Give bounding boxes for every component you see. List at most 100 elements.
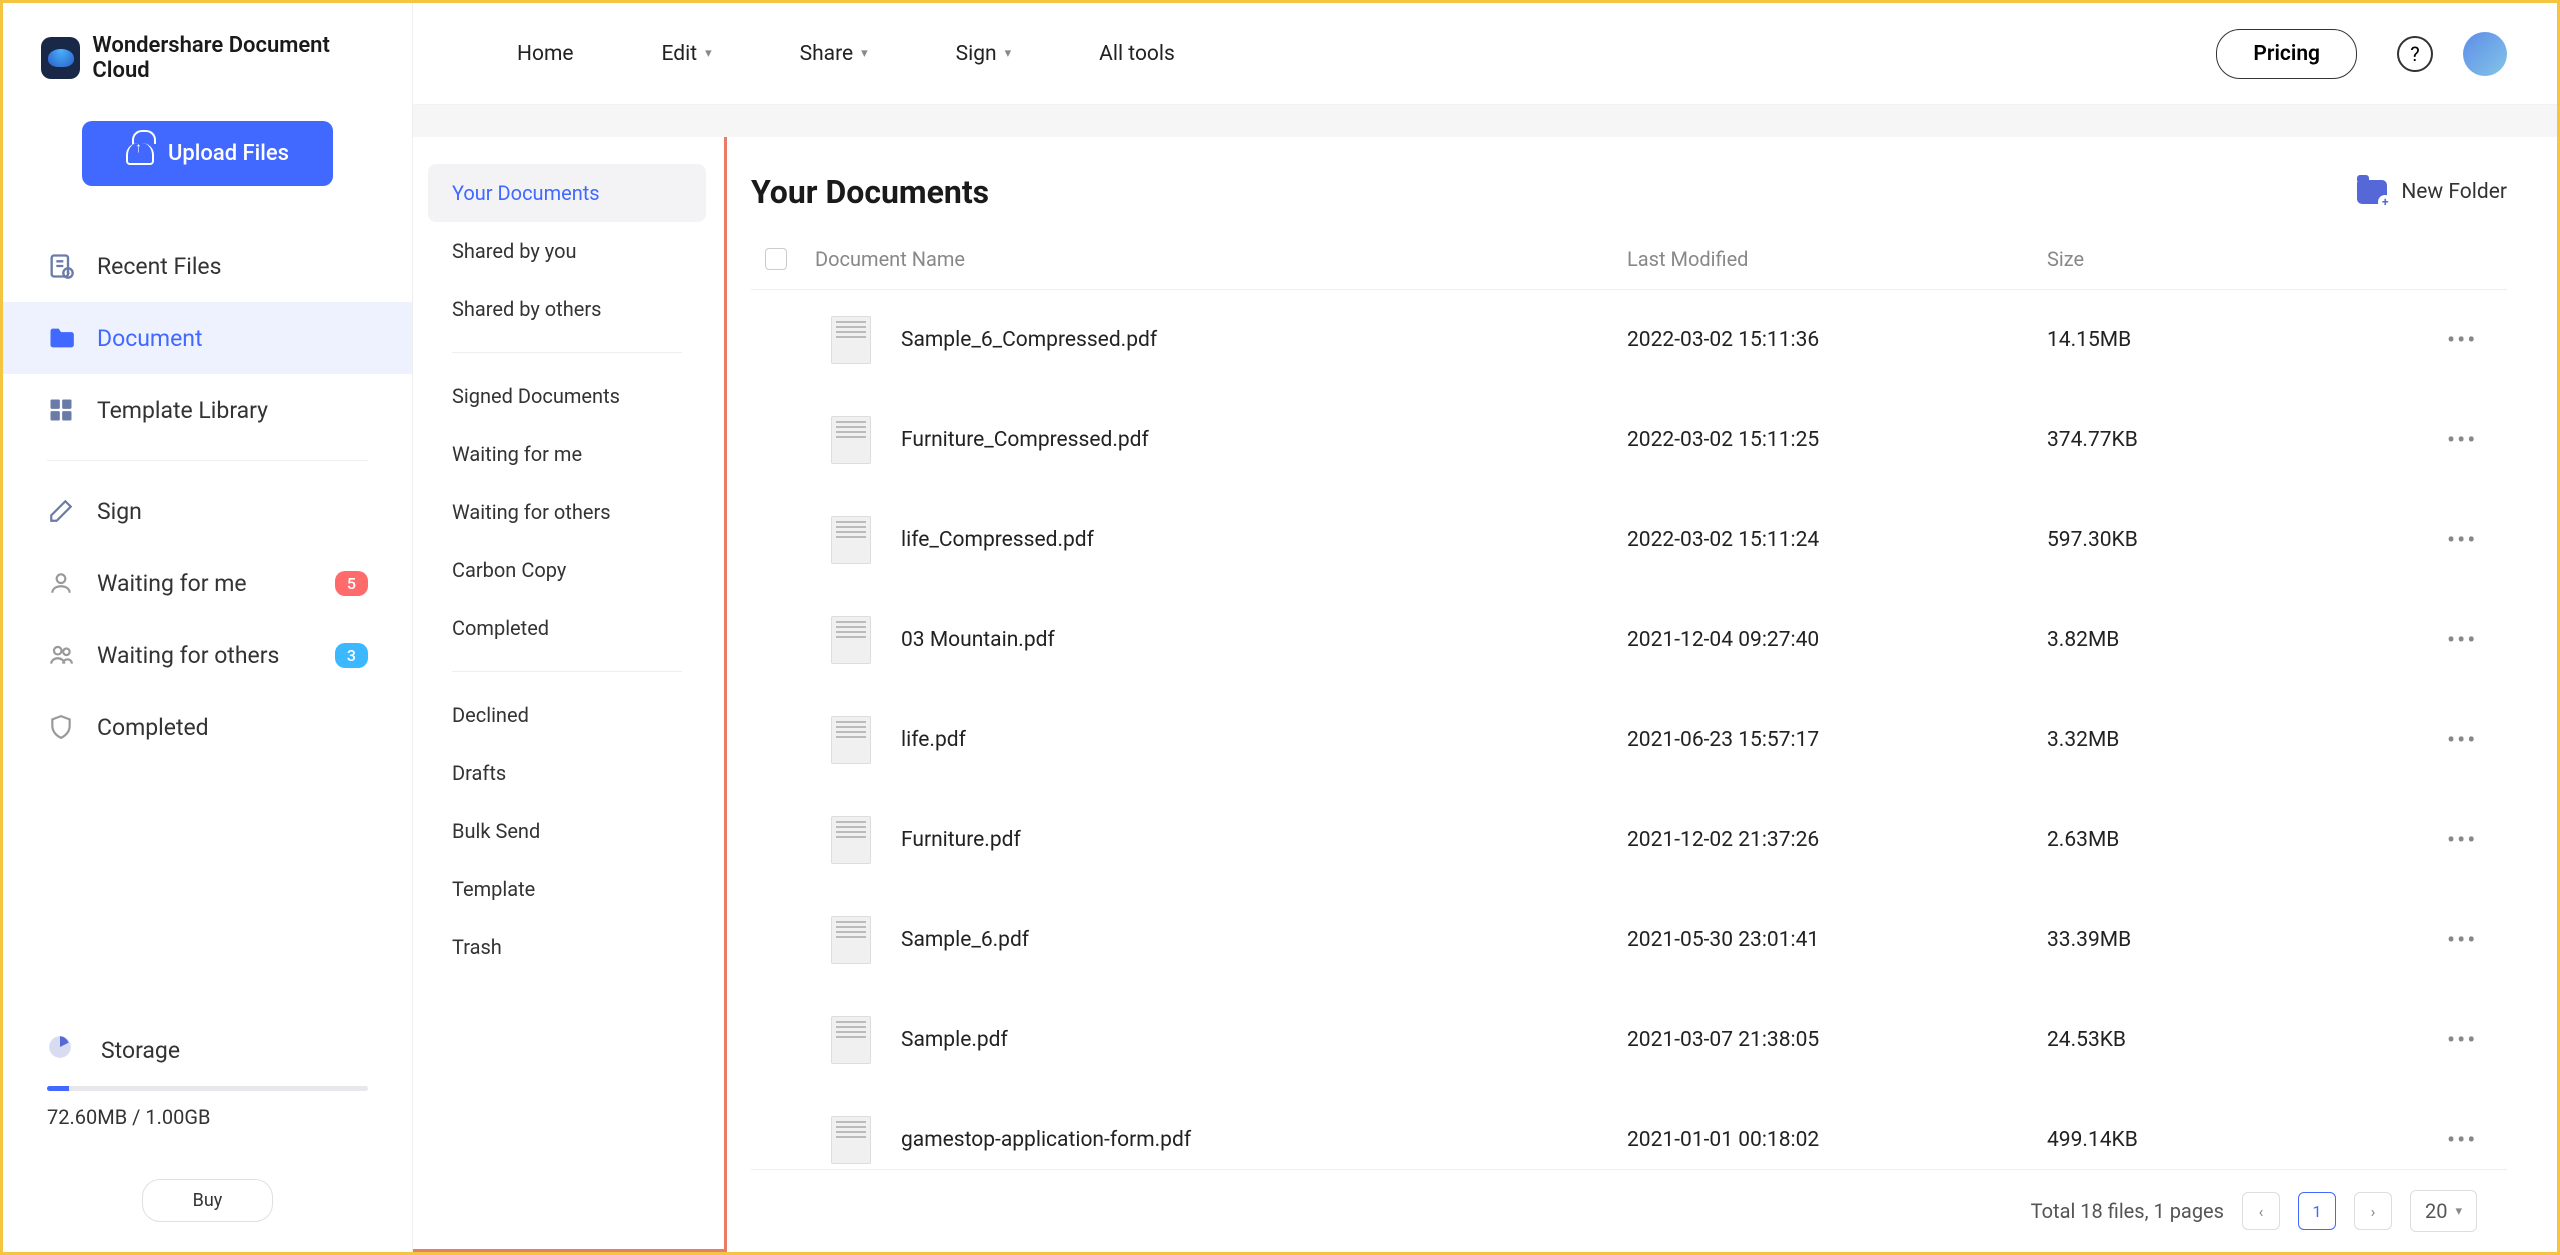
file-name: life_Compressed.pdf xyxy=(901,528,1094,552)
new-folder-button[interactable]: New Folder xyxy=(2357,180,2507,204)
divider xyxy=(452,671,682,672)
nav-label: Sign xyxy=(97,498,142,525)
divider xyxy=(452,352,682,353)
file-size: 499.14KB xyxy=(2047,1128,2447,1152)
chevron-down-icon: ▾ xyxy=(1005,46,1012,61)
table-row[interactable]: gamestop-application-form.pdf 2021-01-01… xyxy=(751,1090,2507,1169)
table-row[interactable]: Sample.pdf 2021-03-07 21:38:05 24.53KB •… xyxy=(751,990,2507,1090)
brand: Wondershare Document Cloud xyxy=(3,23,412,107)
file-modified: 2021-06-23 15:57:17 xyxy=(1627,728,2047,752)
pager-prev[interactable]: ‹ xyxy=(2242,1192,2280,1230)
row-more-button[interactable]: ••• xyxy=(2447,426,2477,454)
col-last-modified[interactable]: Last Modified xyxy=(1627,247,2047,271)
row-more-button[interactable]: ••• xyxy=(2447,726,2477,754)
nav-template-library[interactable]: Template Library xyxy=(3,374,412,446)
sub-drafts[interactable]: Drafts xyxy=(428,744,706,802)
col-size[interactable]: Size xyxy=(2047,247,2447,271)
nav-recent-files[interactable]: Recent Files xyxy=(3,230,412,302)
row-more-button[interactable]: ••• xyxy=(2447,326,2477,354)
sub-declined[interactable]: Declined xyxy=(428,686,706,744)
sub-signed-documents[interactable]: Signed Documents xyxy=(428,367,706,425)
storage-bar xyxy=(47,1086,368,1091)
nav-waiting-for-others[interactable]: Waiting for others 3 xyxy=(3,619,412,691)
file-modified: 2021-03-07 21:38:05 xyxy=(1627,1028,2047,1052)
table-row[interactable]: Sample_6_Compressed.pdf 2022-03-02 15:11… xyxy=(751,290,2507,390)
topnav-home[interactable]: Home xyxy=(473,42,618,66)
storage-label: Storage xyxy=(101,1037,180,1064)
col-document-name[interactable]: Document Name xyxy=(815,247,1627,271)
file-thumbnail-icon xyxy=(831,1016,871,1064)
file-modified: 2021-12-02 21:37:26 xyxy=(1627,828,2047,852)
pager-next[interactable]: › xyxy=(2354,1192,2392,1230)
file-modified: 2021-12-04 09:27:40 xyxy=(1627,628,2047,652)
file-thumbnail-icon xyxy=(831,316,871,364)
upload-files-button[interactable]: Upload Files xyxy=(82,121,333,186)
table-row[interactable]: 03 Mountain.pdf 2021-12-04 09:27:40 3.82… xyxy=(751,590,2507,690)
brand-text: Wondershare Document Cloud xyxy=(92,33,374,83)
storage-section: Storage 72.60MB / 1.00GB xyxy=(3,1014,412,1149)
sub-shared-by-others[interactable]: Shared by others xyxy=(428,280,706,338)
file-size: 597.30KB xyxy=(2047,528,2447,552)
file-size: 374.77KB xyxy=(2047,428,2447,452)
file-size: 14.15MB xyxy=(2047,328,2447,352)
table-row[interactable]: Furniture.pdf 2021-12-02 21:37:26 2.63MB… xyxy=(751,790,2507,890)
pager-page-size[interactable]: 20 ▾ xyxy=(2410,1190,2477,1232)
table-row[interactable]: Sample_6.pdf 2021-05-30 23:01:41 33.39MB… xyxy=(751,890,2507,990)
sub-waiting-for-me[interactable]: Waiting for me xyxy=(428,425,706,483)
nav-document[interactable]: Document xyxy=(3,302,412,374)
file-thumbnail-icon xyxy=(831,716,871,764)
buy-button[interactable]: Buy xyxy=(142,1179,274,1222)
sub-template[interactable]: Template xyxy=(428,860,706,918)
sub-your-documents[interactable]: Your Documents xyxy=(428,164,706,222)
sub-shared-by-you[interactable]: Shared by you xyxy=(428,222,706,280)
pager-page[interactable]: 1 xyxy=(2298,1192,2336,1230)
file-name: Furniture_Compressed.pdf xyxy=(901,428,1149,452)
file-name: 03 Mountain.pdf xyxy=(901,628,1055,652)
file-modified: 2022-03-02 15:11:36 xyxy=(1627,328,2047,352)
chevron-down-icon: ▾ xyxy=(2455,1204,2462,1219)
topnav-all-tools[interactable]: All tools xyxy=(1055,42,1219,66)
nav-completed[interactable]: Completed xyxy=(3,691,412,763)
toolbar-strip xyxy=(413,105,2557,137)
nav-label: Waiting for others xyxy=(97,642,279,669)
topnav-edit[interactable]: Edit▾ xyxy=(618,42,756,66)
file-name: gamestop-application-form.pdf xyxy=(901,1128,1191,1152)
nav-waiting-for-me[interactable]: Waiting for me 5 xyxy=(3,547,412,619)
row-more-button[interactable]: ••• xyxy=(2447,1026,2477,1054)
brand-icon xyxy=(41,37,80,79)
table-row[interactable]: life_Compressed.pdf 2022-03-02 15:11:24 … xyxy=(751,490,2507,590)
sub-carbon-copy[interactable]: Carbon Copy xyxy=(428,541,706,599)
row-more-button[interactable]: ••• xyxy=(2447,1126,2477,1154)
file-modified: 2021-05-30 23:01:41 xyxy=(1627,928,2047,952)
row-more-button[interactable]: ••• xyxy=(2447,626,2477,654)
pager-summary: Total 18 files, 1 pages xyxy=(2031,1199,2224,1223)
pie-icon xyxy=(47,1034,73,1066)
chevron-down-icon: ▾ xyxy=(861,46,868,61)
sub-trash[interactable]: Trash xyxy=(428,918,706,976)
sub-completed[interactable]: Completed xyxy=(428,599,706,657)
avatar[interactable] xyxy=(2463,32,2507,76)
pagination: Total 18 files, 1 pages ‹ 1 › 20 ▾ xyxy=(751,1169,2507,1252)
row-more-button[interactable]: ••• xyxy=(2447,526,2477,554)
recent-icon xyxy=(47,252,75,280)
topnav-share[interactable]: Share▾ xyxy=(756,42,912,66)
row-more-button[interactable]: ••• xyxy=(2447,926,2477,954)
shield-icon xyxy=(47,713,75,741)
content-area: Home Edit▾ Share▾ Sign▾ All tools Pricin… xyxy=(413,3,2557,1252)
sub-bulk-send[interactable]: Bulk Send xyxy=(428,802,706,860)
sub-waiting-for-others[interactable]: Waiting for others xyxy=(428,483,706,541)
file-name: Furniture.pdf xyxy=(901,828,1021,852)
file-name: life.pdf xyxy=(901,728,966,752)
storage-text: 72.60MB / 1.00GB xyxy=(47,1105,368,1129)
table-row[interactable]: Furniture_Compressed.pdf 2022-03-02 15:1… xyxy=(751,390,2507,490)
pricing-button[interactable]: Pricing xyxy=(2216,29,2357,79)
row-more-button[interactable]: ••• xyxy=(2447,826,2477,854)
file-thumbnail-icon xyxy=(831,916,871,964)
badge: 5 xyxy=(335,571,368,596)
nav-sign[interactable]: Sign xyxy=(3,475,412,547)
table-row[interactable]: life.pdf 2021-06-23 15:57:17 3.32MB ••• xyxy=(751,690,2507,790)
help-icon[interactable]: ? xyxy=(2397,36,2433,72)
select-all-checkbox[interactable] xyxy=(765,248,787,270)
topnav-sign[interactable]: Sign▾ xyxy=(912,42,1056,66)
file-thumbnail-icon xyxy=(831,516,871,564)
